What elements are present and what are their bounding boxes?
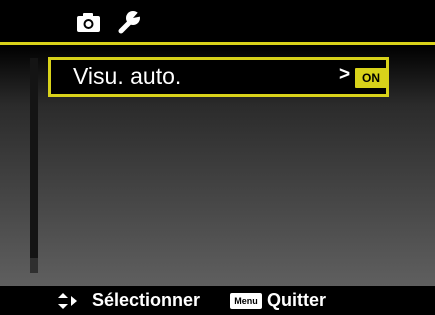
tab-bar bbox=[0, 0, 435, 44]
chevron-right-icon: > bbox=[339, 64, 351, 85]
footer-hint-bar: Sélectionner Menu Quitter bbox=[0, 286, 435, 314]
scrollbar[interactable] bbox=[30, 58, 38, 273]
quit-hint: Quitter bbox=[267, 290, 327, 310]
scrollbar-thumb[interactable] bbox=[30, 258, 38, 273]
camera-icon[interactable] bbox=[76, 10, 102, 34]
wrench-icon[interactable] bbox=[117, 9, 143, 34]
menu-item-label: Visu. auto. bbox=[73, 63, 182, 89]
select-hint: Sélectionner bbox=[92, 290, 201, 310]
up-down-right-arrows-icon bbox=[58, 292, 78, 310]
menu-item-visu-auto[interactable]: Visu. auto. > ON bbox=[48, 57, 389, 97]
value-badge[interactable]: ON bbox=[355, 68, 387, 88]
menu-key-badge: Menu bbox=[230, 293, 262, 309]
